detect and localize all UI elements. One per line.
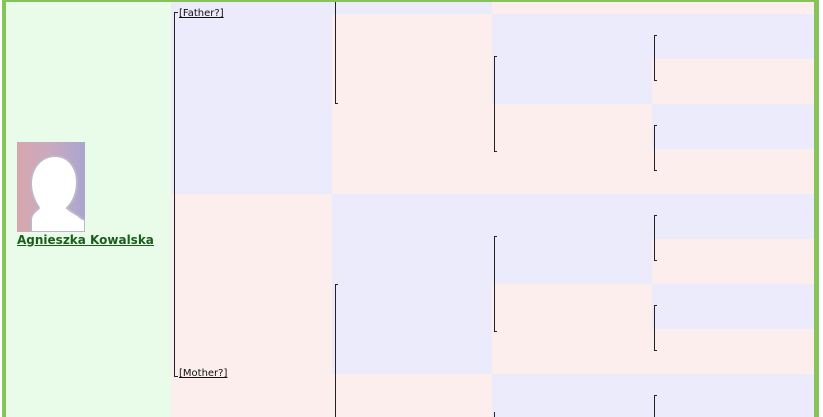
gen4-bracket bbox=[654, 125, 657, 126]
gen3-bracket bbox=[494, 331, 497, 332]
silhouette-photo[interactable] bbox=[17, 142, 85, 232]
gen4-cell-4 bbox=[652, 104, 814, 149]
gen2-bracket bbox=[335, 284, 338, 285]
gen3-bracket bbox=[494, 56, 497, 57]
gen4-bracket bbox=[654, 35, 657, 36]
gen3-bracket bbox=[494, 236, 497, 237]
gen4-bracket bbox=[654, 260, 657, 261]
gen3-bracket bbox=[494, 412, 495, 417]
maternal-grandmother-cell bbox=[332, 374, 492, 417]
gen3-cell-5 bbox=[492, 284, 652, 374]
gen3-bracket bbox=[494, 236, 495, 332]
gen4-cell-10 bbox=[652, 374, 814, 417]
gen1-bracket bbox=[174, 194, 175, 376]
gen4-cell-7 bbox=[652, 239, 814, 284]
frame-border-right bbox=[814, 0, 819, 417]
gen3-bracket bbox=[494, 151, 497, 152]
gen4-cell-2 bbox=[652, 14, 814, 59]
gen4-cell-5 bbox=[652, 149, 814, 194]
gen4-cell-6 bbox=[652, 194, 814, 239]
gen4-bracket bbox=[654, 125, 655, 171]
gen2-bracket bbox=[335, 284, 336, 417]
father-unknown-link[interactable]: [Father?] bbox=[179, 8, 224, 19]
gen4-bracket bbox=[654, 350, 657, 351]
frame-border-left bbox=[2, 0, 6, 417]
gen3-cell-6 bbox=[492, 374, 652, 417]
gen3-cell-3 bbox=[492, 104, 652, 194]
gen2-bracket bbox=[335, 103, 338, 104]
gen4-bracket bbox=[654, 170, 657, 171]
gen4-bracket bbox=[654, 395, 655, 417]
gen1-bracket bbox=[174, 12, 178, 13]
frame-border-top bbox=[2, 0, 819, 2]
father-cell bbox=[171, 2, 332, 194]
person-silhouette-icon bbox=[29, 154, 85, 232]
gen4-bracket bbox=[654, 395, 657, 396]
paternal-grandmother-cell bbox=[332, 14, 492, 194]
gen4-cell-3 bbox=[652, 59, 814, 104]
gen4-bracket bbox=[654, 215, 655, 261]
gen4-bracket bbox=[654, 215, 657, 216]
gen4-cell-8 bbox=[652, 284, 814, 329]
gen4-cell-9 bbox=[652, 329, 814, 374]
pedigree-chart: Agnieszka Kowalska [Father?] [Mother?] bbox=[0, 0, 823, 417]
mother-cell bbox=[171, 194, 332, 417]
gen3-cell-4 bbox=[492, 194, 652, 284]
gen1-bracket bbox=[174, 376, 178, 377]
maternal-grandfather-cell bbox=[332, 194, 492, 374]
paternal-grandfather-cell bbox=[332, 2, 492, 14]
gen4-cell-1 bbox=[652, 2, 814, 14]
gen3-bracket bbox=[494, 56, 495, 152]
gen3-cell-2 bbox=[492, 14, 652, 104]
gen4-bracket bbox=[654, 35, 655, 81]
gen4-bracket bbox=[654, 305, 655, 351]
root-person-name-link[interactable]: Agnieszka Kowalska bbox=[17, 233, 154, 247]
gen4-bracket bbox=[654, 80, 657, 81]
mother-unknown-link[interactable]: [Mother?] bbox=[179, 368, 227, 379]
gen1-bracket bbox=[174, 12, 175, 194]
gen3-cell-1 bbox=[492, 2, 652, 14]
gen2-bracket bbox=[335, 2, 336, 104]
gen4-bracket bbox=[654, 305, 657, 306]
